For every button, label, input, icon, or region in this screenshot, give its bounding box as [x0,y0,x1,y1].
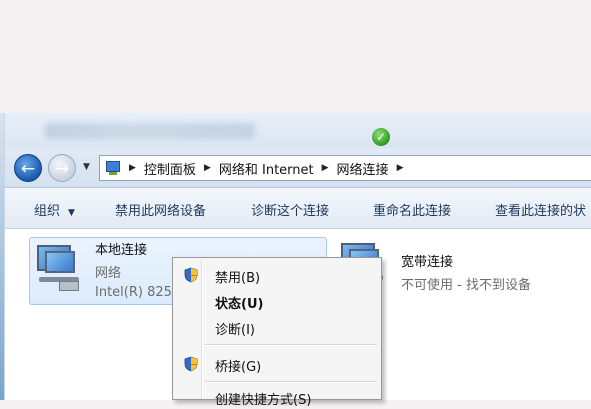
command-bar: 组织 ▼ 禁用此网络设备 诊断这个连接 重命名此连接 查看此连接的状 [5,188,591,229]
broadband-connection-status: 不可使用 - 找不到设备 [401,278,531,293]
local-connection-device: Intel(R) 825 [95,285,172,300]
menu-item-bridge[interactable]: 桥接(G) [175,352,379,376]
organize-label: 组织 [34,204,61,219]
blurred-title [45,123,255,139]
menu-item-disable[interactable]: 禁用(B) [175,263,379,287]
breadcrumb-network-internet[interactable]: 网络和 Internet [219,159,314,178]
chevron-right-icon[interactable]: ▶ [204,163,211,173]
chevron-right-icon[interactable]: ▶ [397,163,404,173]
recent-pages-dropdown[interactable]: ▼ [83,162,90,172]
organize-menu[interactable]: 组织 ▼ [34,200,75,219]
uac-shield-icon [184,267,198,283]
rename-button[interactable]: 重命名此连接 [373,200,451,219]
local-connection-name: 本地连接 [95,243,148,258]
arrow-left-icon: ← [20,159,36,179]
chevron-down-icon: ▼ [68,208,75,218]
breadcrumb-network-connections[interactable]: 网络连接 [337,159,389,178]
network-adapter-icon [31,241,89,293]
menu-separator [205,344,377,346]
diagnose-button[interactable]: 诊断这个连接 [251,200,329,219]
menu-separator [205,381,377,383]
background-area [0,0,591,113]
broadband-connection-name[interactable]: 宽带连接 [401,251,453,270]
chevron-right-icon[interactable]: ▶ [322,163,329,173]
view-status-button[interactable]: 查看此连接的状 [495,200,586,219]
arrow-right-icon: → [54,159,70,179]
control-panel-icon [105,160,121,176]
local-connection-type: 网络 [95,266,122,281]
address-bar-area: ← → ▼ ▶ 控制面板 ▶ 网络和 Internet ▶ 网络连接 ▶ [5,149,591,188]
title-bar [5,113,591,149]
check-badge-icon: ✓ [372,128,390,146]
menu-item-create-shortcut[interactable]: 创建快捷方式(S) [175,385,379,409]
back-button[interactable]: ← [14,154,42,182]
chevron-right-icon[interactable]: ▶ [129,163,136,173]
forward-button[interactable]: → [48,154,76,182]
menu-item-diagnose[interactable]: 诊断(I) [175,315,379,339]
disable-device-button[interactable]: 禁用此网络设备 [115,200,206,219]
address-box[interactable]: ▶ 控制面板 ▶ 网络和 Internet ▶ 网络连接 ▶ [99,155,591,181]
uac-shield-icon [184,356,198,372]
breadcrumb-control-panel[interactable]: 控制面板 [144,159,196,178]
context-menu: 禁用(B) 状态(U) 诊断(I) 桥接(G) 创建快捷方式(S) [172,257,382,408]
menu-item-status[interactable]: 状态(U) [175,289,379,313]
